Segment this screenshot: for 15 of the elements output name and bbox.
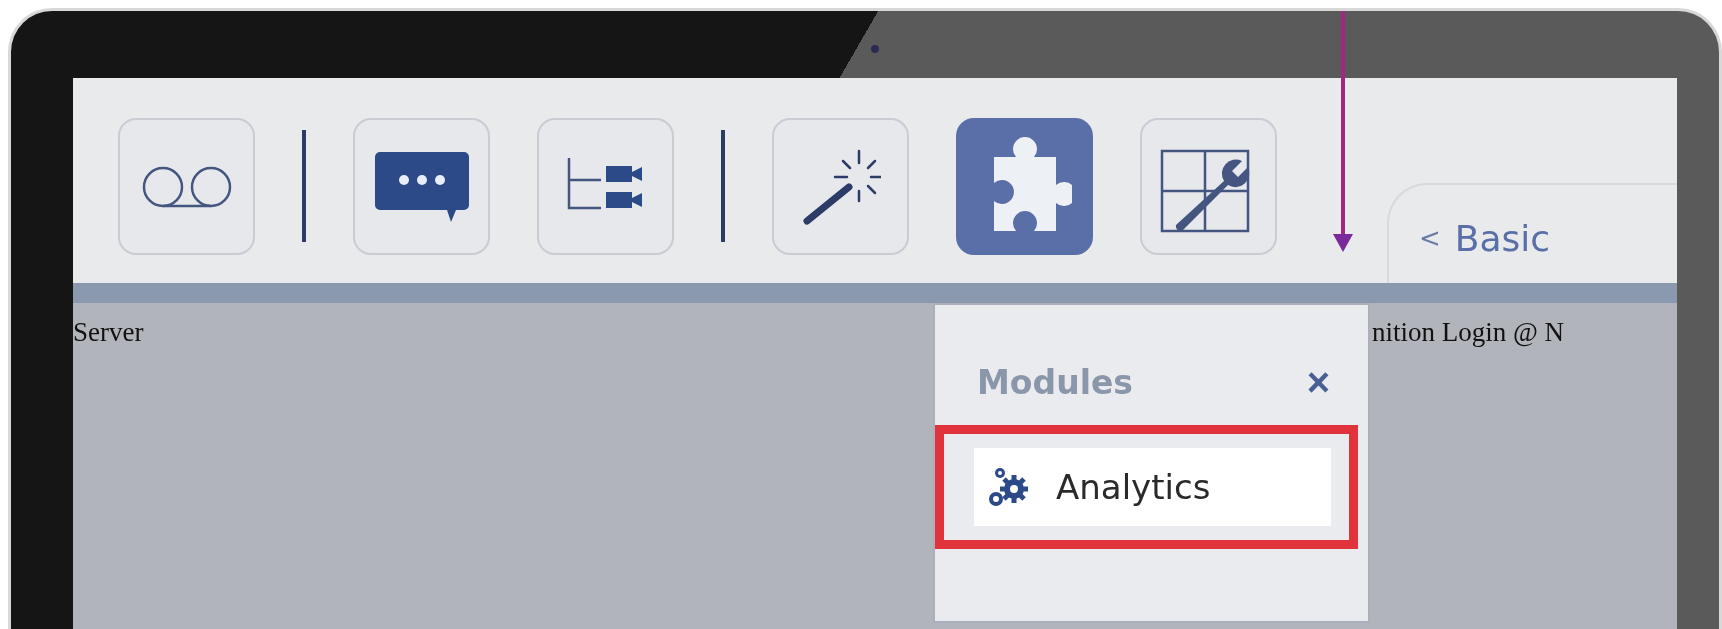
popup-title: Modules [977, 362, 1133, 402]
camera-dot [871, 45, 879, 53]
module-menu-item[interactable]: Analytics [974, 448, 1331, 526]
puzzle-toolbar-button[interactable] [956, 118, 1093, 255]
voicemail-icon [140, 164, 233, 209]
basic-tab[interactable]: < Basic [1387, 183, 1677, 283]
close-button[interactable]: × [1306, 362, 1330, 402]
wand-toolbar-button[interactable] [772, 118, 909, 255]
login-label: nition Login @ N [1372, 317, 1566, 348]
grid-wrench-toolbar-button[interactable] [1140, 118, 1277, 255]
chat-toolbar-button[interactable] [353, 118, 490, 255]
voicemail-toolbar-button[interactable] [118, 118, 255, 255]
chat-icon [373, 149, 470, 224]
gears-icon [986, 465, 1030, 509]
tree-toolbar-button[interactable] [537, 118, 674, 255]
